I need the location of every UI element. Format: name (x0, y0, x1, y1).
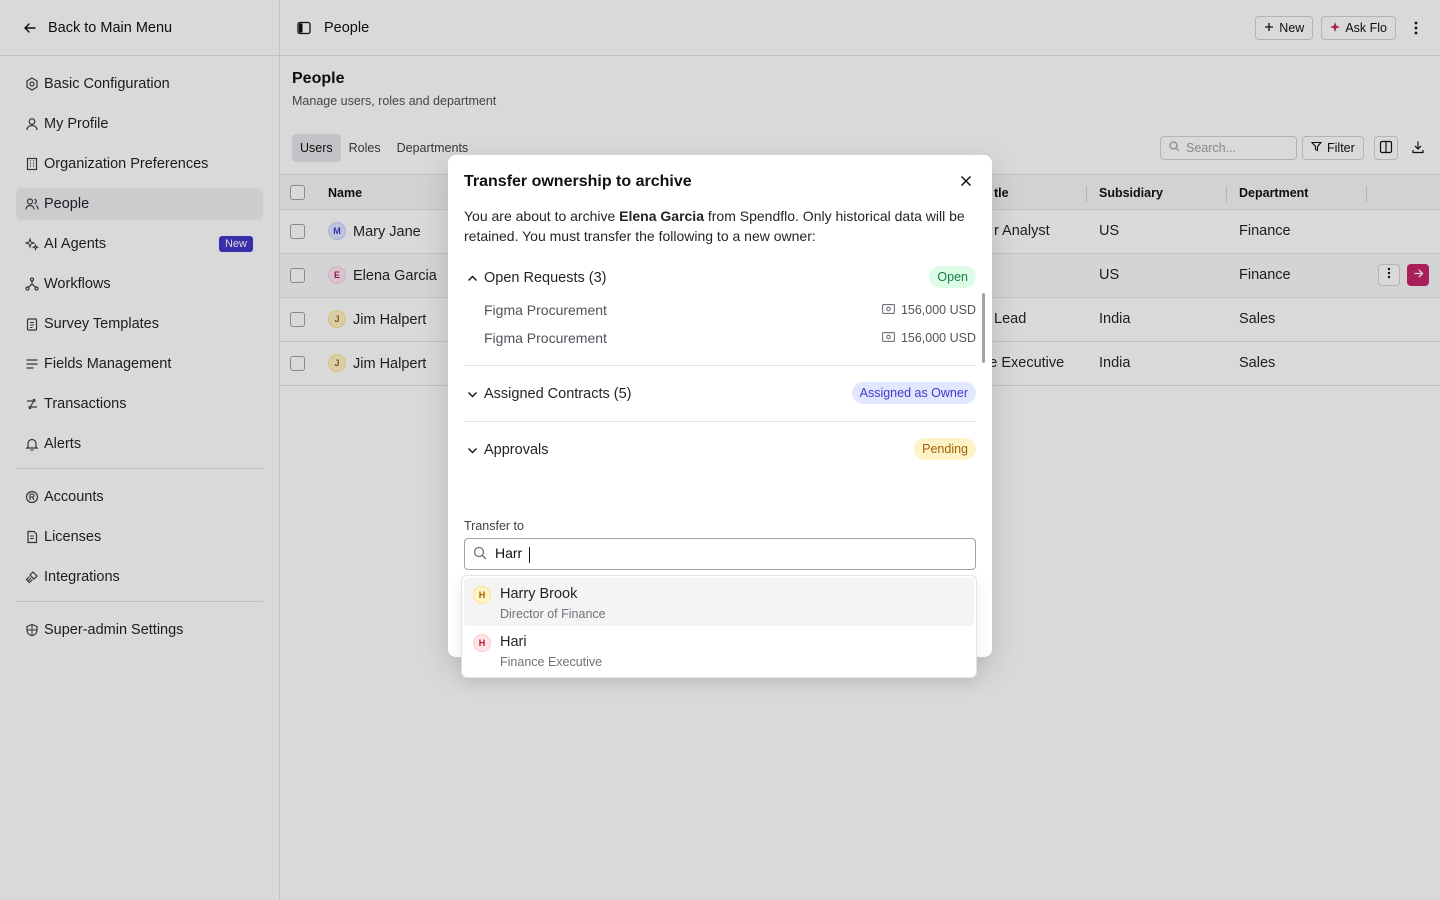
modal-title: Transfer ownership to archive (464, 173, 692, 190)
money-icon (881, 331, 895, 345)
desc-prefix: You are about to archive (464, 208, 620, 224)
request-amount: 156,000 USD (881, 331, 976, 345)
user-suggestions-dropdown: H Harry Brook Director of Finance H Hari… (461, 575, 977, 678)
section-divider (464, 421, 976, 422)
suggestion-option[interactable]: H Harry Brook Director of Finance (464, 578, 974, 626)
transfer-input-value: Harr (495, 545, 527, 562)
avatar: H (473, 634, 491, 652)
section-label: Approvals (484, 442, 549, 458)
option-role: Director of Finance (500, 607, 606, 621)
section-divider (464, 365, 976, 366)
close-icon[interactable] (958, 173, 974, 189)
modal-description: You are about to archive Elena Garcia fr… (464, 206, 976, 246)
search-icon (473, 546, 487, 563)
open-requests-section: Open Requests (3) Open (464, 266, 976, 290)
transfer-to-search-input[interactable]: Harr (464, 538, 976, 570)
section-label: Assigned Contracts (5) (484, 386, 632, 402)
archived-user-name: Elena Garcia (619, 208, 704, 224)
approvals-section: Approvals Pending (464, 438, 976, 462)
chevron-down-icon (464, 386, 480, 402)
text-cursor (529, 546, 531, 563)
option-name: Hari (500, 634, 527, 650)
suggestion-option[interactable]: H Hari Finance Executive (464, 626, 974, 674)
assigned-contracts-section: Assigned Contracts (5) Assigned as Owner (464, 382, 976, 406)
amount-value: 156,000 USD (900, 303, 976, 317)
request-name: Figma Procurement (484, 330, 607, 346)
request-item[interactable]: Figma Procurement 156,000 USD (484, 302, 976, 322)
status-badge: Assigned as Owner (851, 382, 976, 404)
transfer-input-value-wrap: Harr (495, 545, 531, 563)
open-requests-toggle[interactable]: Open Requests (3) (464, 266, 976, 290)
status-badge: Open (929, 266, 976, 288)
request-name: Figma Procurement (484, 302, 607, 318)
avatar: H (473, 586, 491, 604)
request-amount: 156,000 USD (881, 303, 976, 317)
approvals-toggle[interactable]: Approvals (464, 438, 976, 462)
option-name: Harry Brook (500, 586, 578, 602)
scrollbar[interactable] (982, 293, 985, 363)
transfer-to-label: Transfer to (464, 519, 524, 533)
status-badge: Pending (914, 438, 976, 460)
chevron-up-icon (464, 270, 480, 286)
section-label: Open Requests (3) (484, 270, 607, 286)
amount-value: 156,000 USD (900, 331, 976, 345)
chevron-down-icon (464, 442, 480, 458)
money-icon (881, 303, 895, 317)
request-item[interactable]: Figma Procurement 156,000 USD (484, 330, 976, 350)
option-role: Finance Executive (500, 655, 603, 669)
